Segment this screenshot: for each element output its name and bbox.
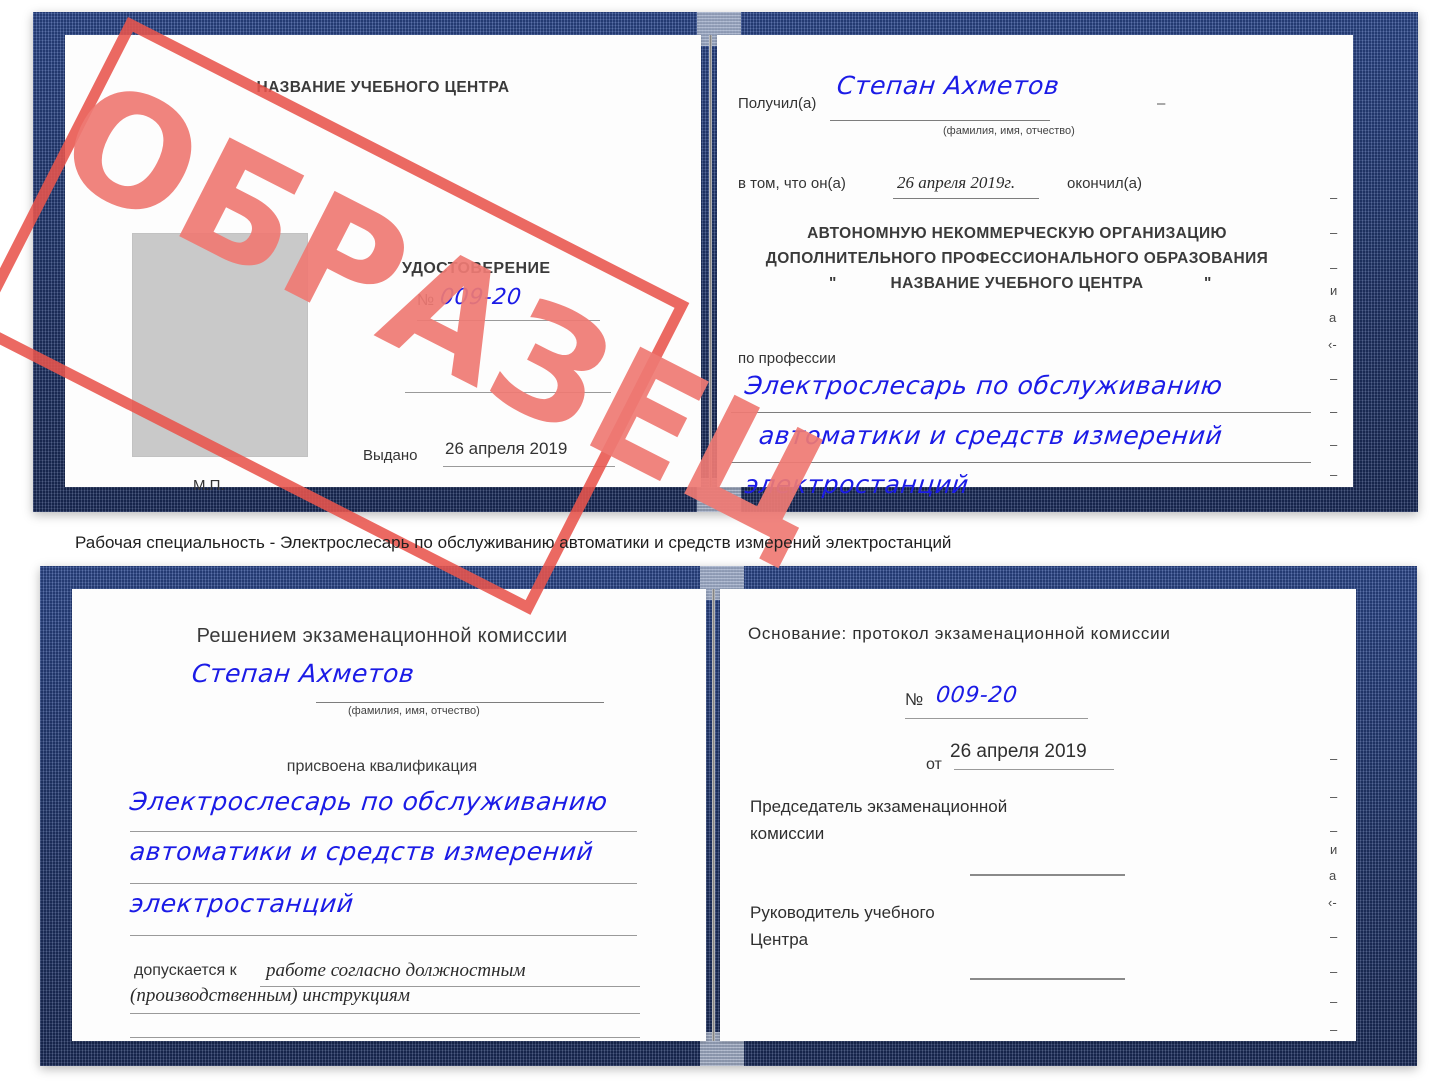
in-that-label: в том, что он(а) xyxy=(738,175,846,192)
edge-mark-6: – xyxy=(1330,371,1338,386)
training-center-heading: НАЗВАНИЕ УЧЕБНОГО ЦЕНТРА xyxy=(256,79,510,96)
organization-line-1: АВТОНОМНУЮ НЕКОММЕРЧЕСКУЮ ОРГАНИЗАЦИЮ xyxy=(807,225,1227,242)
protocol-date-label: от xyxy=(926,756,942,773)
profession-label: по профессии xyxy=(738,350,836,367)
issued-rule xyxy=(443,466,615,467)
edge-mark-b-2: – xyxy=(1330,823,1338,838)
blank-rule-middle xyxy=(405,392,611,393)
protocol-number-value: 009-20 xyxy=(934,683,1019,708)
qualification-line-3: электростанций xyxy=(128,889,356,918)
number-rule xyxy=(417,320,600,321)
organization-line-3: НАЗВАНИЕ УЧЕБНОГО ЦЕНТРА xyxy=(890,275,1144,292)
allowed-rule-3 xyxy=(130,1037,640,1038)
received-label: Получил(а) xyxy=(738,95,817,112)
page-top-right: Получил(а) Степан Ахметов (фамилия, имя,… xyxy=(717,35,1353,499)
allowed-to-value-line-2: (производственным) инструкциям xyxy=(130,985,410,1006)
name-hint-bottom: (фамилия, имя, отчество) xyxy=(348,705,480,717)
allowed-to-label: допускается к xyxy=(134,962,237,979)
booklet-gutter-top xyxy=(709,35,712,487)
page-bottom-left: Решением экзаменационной комиссии Степан… xyxy=(72,589,706,1041)
profession-line-1: Электрослесарь по обслуживанию xyxy=(743,371,1225,400)
qualified-person-name: Степан Ахметов xyxy=(190,659,417,688)
organization-line-2: ДОПОЛНИТЕЛЬНОГО ПРОФЕССИОНАЛЬНОГО ОБРАЗО… xyxy=(765,250,1269,267)
head-of-center-signature-rule xyxy=(970,978,1125,980)
seal-place-label: М.П. xyxy=(193,477,225,494)
chairman-signature-rule xyxy=(970,874,1125,876)
chairman-label-line-1: Председатель экзаменационной xyxy=(750,797,1008,816)
edge-mark-4: а xyxy=(1329,310,1337,325)
document-type-label: УДОСТОВЕРЕНИЕ xyxy=(402,260,551,277)
qualification-label: присвоена квалификация xyxy=(286,758,478,775)
edge-mark-b-4: а xyxy=(1329,868,1337,883)
edge-mark-b-7: – xyxy=(1330,964,1338,979)
commission-decision-heading: Решением экзаменационной комиссии xyxy=(196,625,568,647)
chairman-label-line-2: комиссии xyxy=(750,824,825,843)
received-name-value: Степан Ахметов xyxy=(835,71,1062,100)
edge-mark-5: ‹- xyxy=(1328,337,1337,352)
edge-mark-2: – xyxy=(1330,260,1338,275)
name-hint: (фамилия, имя, отчество) xyxy=(943,125,1075,137)
certificate-booklet-top: НАЗВАНИЕ УЧЕБНОГО ЦЕНТРА УДОСТОВЕРЕНИЕ №… xyxy=(0,12,1418,615)
received-rule xyxy=(830,120,1050,121)
head-of-center-line-1: Руководитель учебного xyxy=(750,903,935,922)
edge-mark-7: – xyxy=(1330,404,1338,419)
qualification-rule-1 xyxy=(130,831,637,832)
profession-rule-2 xyxy=(731,462,1311,463)
basis-label: Основание: протокол экзаменационной коми… xyxy=(748,624,1171,643)
allowed-to-value-line-1: работе согласно должностным xyxy=(266,960,526,981)
issued-date-value: 26 апреля 2019 xyxy=(445,439,568,458)
profession-line-2: автоматики и средств измерений xyxy=(757,421,1225,450)
edge-mark-9: – xyxy=(1330,467,1338,482)
photo-placeholder xyxy=(133,234,307,456)
edge-mark-b-0: – xyxy=(1330,751,1338,766)
edge-mark-b-1: – xyxy=(1330,789,1338,804)
issued-label: Выдано xyxy=(363,447,418,464)
qualification-line-1: Электрослесарь по обслуживанию xyxy=(128,787,610,816)
certificate-booklet-bottom: Решением экзаменационной комиссии Степан… xyxy=(40,566,1417,1066)
edge-mark-b-3: и xyxy=(1330,842,1338,857)
edge-mark-b-6: – xyxy=(1330,929,1338,944)
booklet-gutter-bottom xyxy=(712,589,715,1041)
edge-mark-1: – xyxy=(1330,225,1338,240)
edge-mark-8: – xyxy=(1330,437,1338,452)
qualification-line-2: автоматики и средств измерений xyxy=(128,837,596,866)
edge-mark-0: – xyxy=(1330,190,1338,205)
image-caption: Рабочая специальность - Электрослесарь п… xyxy=(75,533,952,552)
completion-date-value: 26 апреля 2019г. xyxy=(897,173,1016,192)
name-rule-bottom xyxy=(316,702,604,703)
received-dash: – xyxy=(1157,95,1166,112)
organization-quote-close: " xyxy=(1204,275,1212,292)
qualification-rule-2 xyxy=(130,883,637,884)
edge-mark-b-9: – xyxy=(1330,1022,1338,1037)
finished-label: окончил(а) xyxy=(1067,175,1142,192)
protocol-number-symbol: № xyxy=(905,690,924,709)
head-of-center-line-2: Центра xyxy=(750,930,809,949)
allowed-rule-2 xyxy=(130,1013,640,1014)
page-top-left: НАЗВАНИЕ УЧЕБНОГО ЦЕНТРА УДОСТОВЕРЕНИЕ №… xyxy=(65,35,701,494)
edge-mark-b-8: – xyxy=(1330,994,1338,1009)
edge-mark-b-5: ‹- xyxy=(1328,895,1337,910)
edge-mark-3: и xyxy=(1330,283,1338,298)
number-symbol: № xyxy=(417,292,435,309)
protocol-date-rule xyxy=(954,769,1114,770)
completion-date-rule xyxy=(893,198,1039,199)
profession-rule-1 xyxy=(731,412,1311,413)
certificate-number-value: 009-20 xyxy=(438,285,523,310)
protocol-date-value: 26 апреля 2019 xyxy=(950,741,1087,762)
protocol-number-rule xyxy=(905,718,1088,719)
qualification-rule-3 xyxy=(130,935,637,936)
page-bottom-right: Основание: протокол экзаменационной коми… xyxy=(720,589,1356,1041)
profession-line-3: электростанций xyxy=(743,470,971,499)
